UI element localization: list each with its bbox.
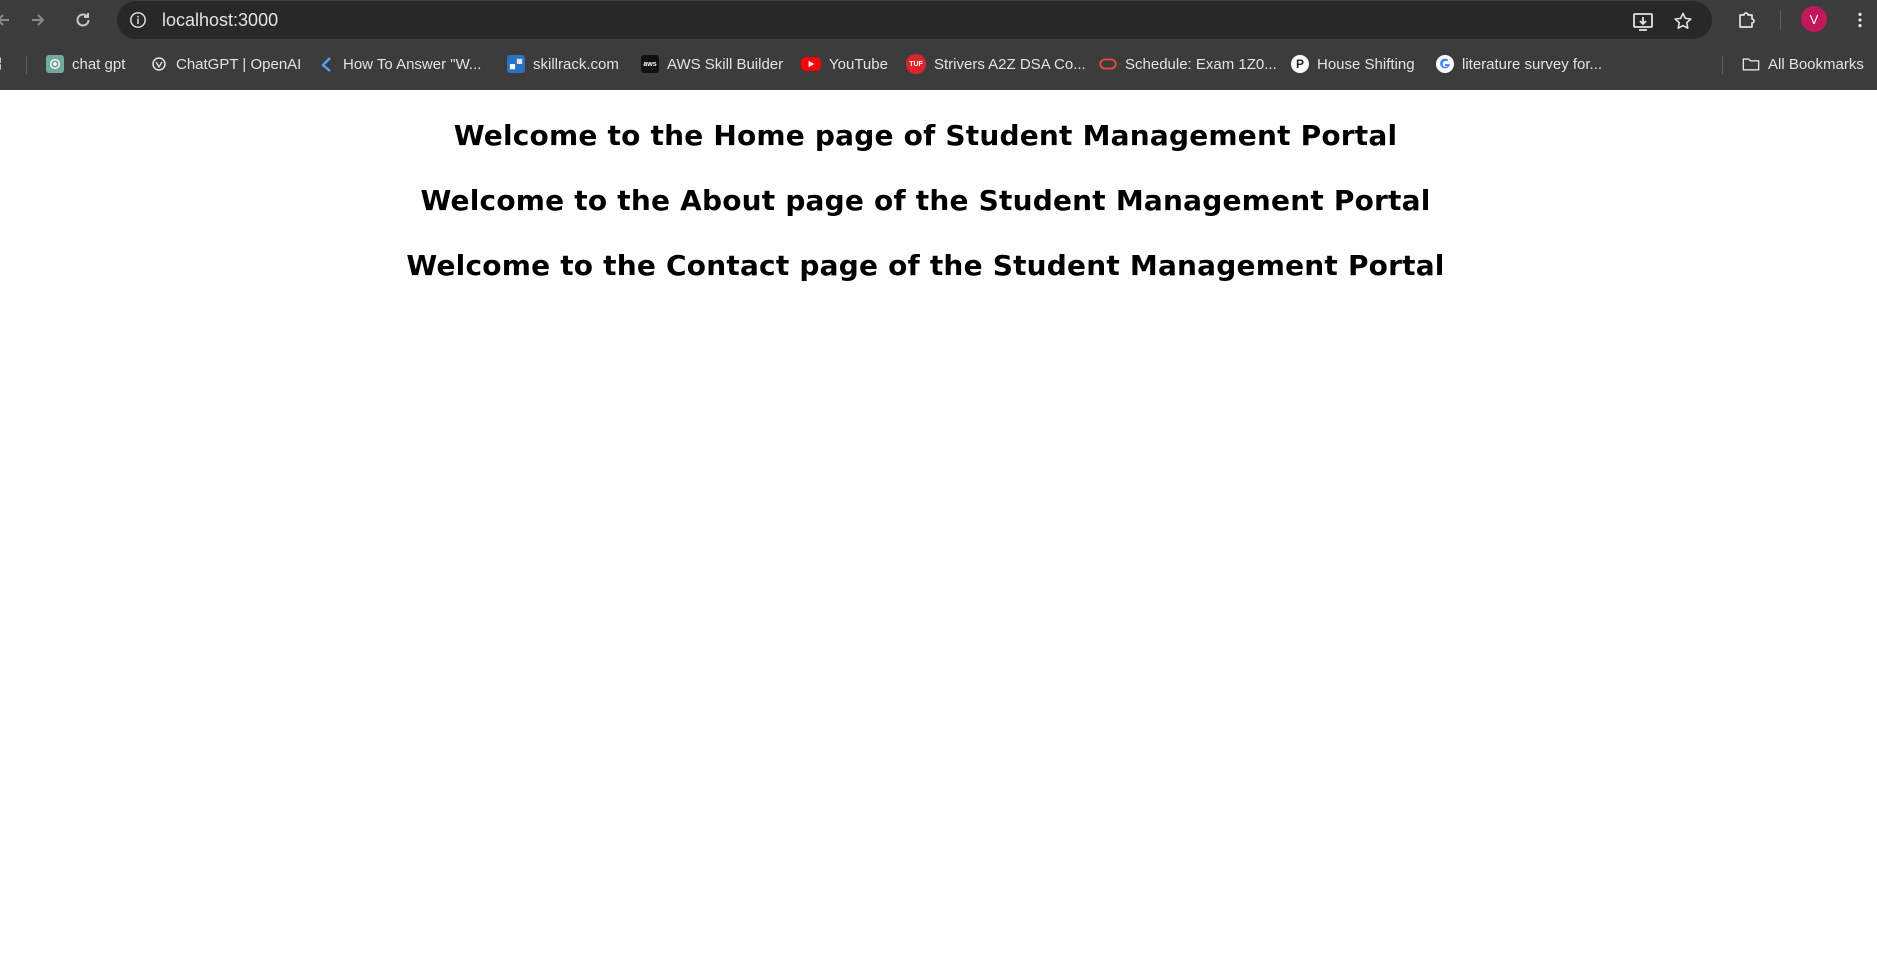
- install-app-icon[interactable]: [1630, 8, 1656, 34]
- contact-heading: Welcome to the Contact page of the Stude…: [406, 249, 1445, 282]
- bookmark-how-to-answer[interactable]: How To Answer "W...: [317, 52, 481, 76]
- aws-icon: aws: [641, 55, 659, 73]
- page-content: Welcome to the Home page of Student Mana…: [0, 90, 1877, 956]
- bookmark-label: Schedule: Exam 1Z0...: [1125, 55, 1277, 73]
- bookmark-youtube[interactable]: YouTube: [801, 52, 888, 76]
- youtube-icon: [801, 57, 821, 71]
- bookmarks-bar: chat gpt ChatGPT | OpenAI How To Answer …: [0, 44, 1877, 84]
- bookmark-house-shifting[interactable]: P House Shifting: [1291, 52, 1415, 76]
- back-button[interactable]: [0, 5, 18, 35]
- kebab-menu-icon: [1858, 12, 1862, 28]
- reload-icon: [76, 13, 90, 27]
- bookmark-label: chat gpt: [72, 55, 126, 73]
- bookmark-literature-survey[interactable]: literature survey for...: [1436, 52, 1602, 76]
- browser-chrome: localhost:3000 V chat gpt ChatGPT | Open…: [0, 0, 1877, 90]
- bookmark-label: House Shifting: [1317, 55, 1415, 73]
- address-bar[interactable]: localhost:3000: [117, 1, 1712, 39]
- site-info-icon[interactable]: [127, 9, 149, 31]
- profile-avatar[interactable]: V: [1801, 6, 1827, 32]
- skillrack-icon: [507, 55, 525, 73]
- menu-button[interactable]: [1845, 5, 1875, 35]
- apps-grid-icon: [0, 57, 1, 70]
- reload-button[interactable]: [68, 5, 98, 35]
- toolbar-divider: [1780, 10, 1781, 30]
- all-bookmarks-button[interactable]: All Bookmarks: [1742, 52, 1864, 76]
- bookmarks-divider-right: [1722, 56, 1723, 74]
- bookmark-skillrack[interactable]: skillrack.com: [507, 52, 619, 76]
- home-heading: Welcome to the Home page of Student Mana…: [453, 119, 1398, 152]
- bookmark-label: How To Answer "W...: [343, 55, 482, 73]
- back-arrow-icon: [0, 14, 9, 26]
- bookmark-label: AWS Skill Builder: [667, 55, 784, 73]
- url-text[interactable]: localhost:3000: [162, 10, 278, 31]
- bookmark-schedule-exam[interactable]: Schedule: Exam 1Z0...: [1099, 52, 1277, 76]
- about-heading: Welcome to the About page of the Student…: [420, 184, 1431, 217]
- extensions-button[interactable]: [1732, 5, 1762, 35]
- p-icon: P: [1291, 55, 1309, 73]
- kotlin-icon: [317, 55, 335, 73]
- bookmark-label: Strivers A2Z DSA Co...: [934, 55, 1086, 73]
- bookmark-aws-skill-builder[interactable]: aws AWS Skill Builder: [641, 52, 783, 76]
- bookmark-label: skillrack.com: [533, 55, 619, 73]
- bookmark-strivers-a2z[interactable]: TUF Strivers A2Z DSA Co...: [906, 52, 1086, 76]
- forward-button[interactable]: [23, 5, 53, 35]
- chatgpt-icon: [46, 55, 64, 73]
- oracle-icon: [1099, 55, 1117, 73]
- forward-arrow-icon: [32, 14, 45, 26]
- bookmark-star-icon[interactable]: [1670, 8, 1696, 34]
- openai-icon: [150, 55, 168, 73]
- apps-button[interactable]: [0, 52, 6, 76]
- bookmark-label: ChatGPT | OpenAI: [176, 55, 302, 73]
- all-bookmarks-label: All Bookmarks: [1768, 55, 1864, 73]
- folder-icon: [1742, 55, 1760, 73]
- bookmark-label: literature survey for...: [1462, 55, 1603, 73]
- bookmark-label: YouTube: [829, 55, 888, 73]
- browser-toolbar: localhost:3000 V: [0, 0, 1877, 39]
- tuf-icon: TUF: [906, 54, 926, 74]
- bookmark-chatgpt-openai[interactable]: ChatGPT | OpenAI: [150, 52, 301, 76]
- bookmark-chat-gpt[interactable]: chat gpt: [46, 52, 125, 76]
- bookmarks-divider: [26, 56, 27, 74]
- google-icon: [1436, 55, 1454, 73]
- puzzle-icon: [1739, 12, 1755, 28]
